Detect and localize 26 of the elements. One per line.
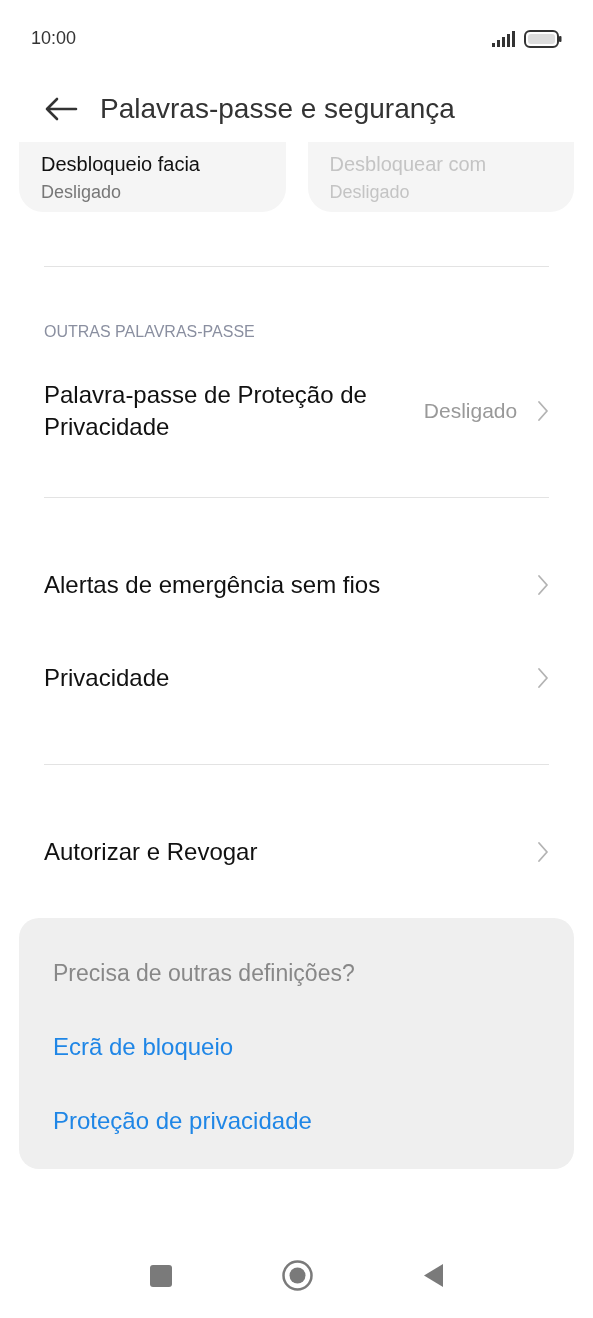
page-title: Palavras-passe e segurança [100, 91, 455, 126]
settings-row[interactable]: Palavra-passe de Proteção de Privacidade Desligado [44, 364, 549, 457]
home-icon[interactable] [281, 1260, 313, 1291]
card-value: Desligado [41, 180, 123, 204]
card-title: Desbloqueio facia [41, 151, 201, 177]
row-label: Autorizar e Revogar [44, 836, 259, 867]
chevron-right-icon [537, 666, 549, 689]
settings-row[interactable]: Privacidade [44, 631, 549, 724]
chevron-right-icon [537, 840, 549, 863]
clock: 10:00 [31, 27, 77, 50]
back-icon[interactable] [422, 1263, 444, 1288]
setting-card[interactable]: Desbloqueio facia Desligado [19, 142, 286, 212]
row-label: Privacidade [44, 662, 171, 693]
signal-icon [492, 30, 518, 47]
chevron-right-icon [537, 573, 549, 596]
section-heading: OUTRAS PALAVRAS-PASSE [44, 322, 256, 342]
chevron-right-icon [537, 399, 549, 422]
back-arrow-icon[interactable] [44, 96, 78, 121]
battery-icon [524, 29, 562, 48]
row-value: Desligado [423, 397, 518, 424]
settings-row[interactable]: Alertas de emergência sem fios [44, 538, 549, 631]
suggestions-title: Precisa de outras definições? [53, 959, 356, 988]
row-label: Alertas de emergência sem fios [44, 569, 382, 600]
recents-icon[interactable] [149, 1264, 172, 1287]
settings-row[interactable]: Autorizar e Revogar [44, 805, 549, 898]
row-label: Palavra-passe de Proteção de Privacidade [44, 379, 368, 442]
